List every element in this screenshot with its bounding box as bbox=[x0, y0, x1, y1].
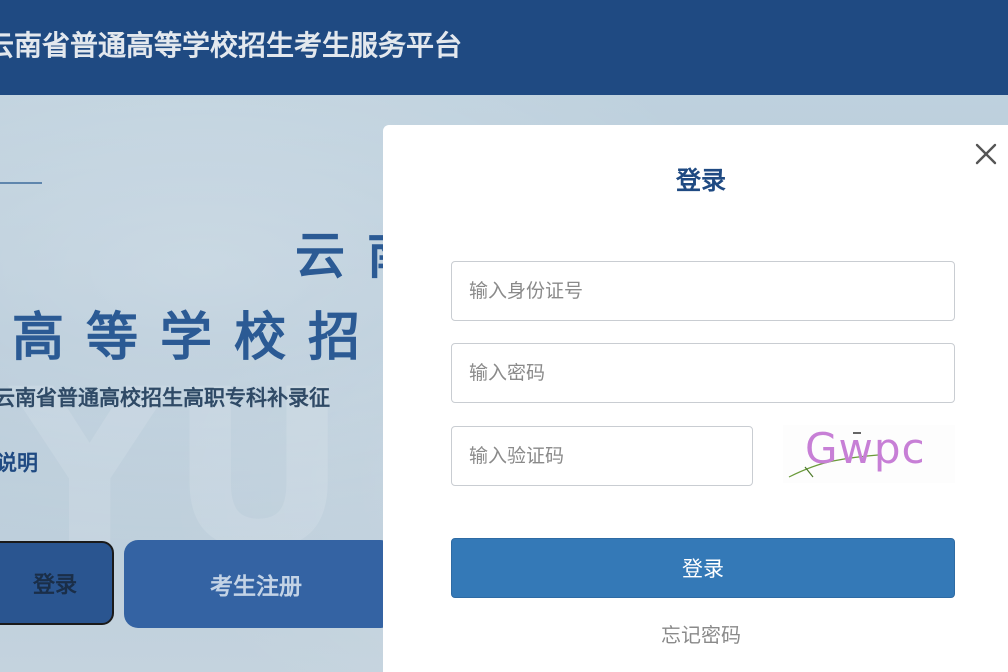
captcha-input[interactable] bbox=[451, 426, 753, 486]
page: 云南省普通高等学校招生考生服务平台 YU 云南 高等学校招 云南省普通高校招生高… bbox=[0, 0, 1008, 672]
decorative-line bbox=[0, 182, 42, 184]
site-header: 云南省普通高等学校招生考生服务平台 bbox=[0, 0, 1008, 95]
submit-login-label: 登录 bbox=[682, 557, 724, 581]
register-button[interactable]: 考生注册 bbox=[124, 540, 394, 628]
register-button-label: 考生注册 bbox=[210, 574, 302, 600]
id-number-input[interactable] bbox=[451, 261, 955, 321]
hero-title-line2: 高等学校招 bbox=[12, 308, 383, 368]
site-title: 云南省普通高等学校招生考生服务平台 bbox=[0, 29, 463, 62]
instructions-link[interactable]: 说明 bbox=[0, 449, 38, 477]
captcha-text: Gwpc bbox=[805, 425, 926, 473]
login-button[interactable]: 登录 bbox=[0, 541, 114, 625]
password-input[interactable] bbox=[451, 343, 955, 403]
close-icon[interactable] bbox=[970, 138, 1002, 170]
captcha-image[interactable]: Gwpc bbox=[783, 424, 955, 483]
submit-login-button[interactable]: 登录 bbox=[451, 538, 955, 598]
login-button-label: 登录 bbox=[32, 573, 77, 598]
hero-subtitle: 云南省普通高校招生高职专科补录征 bbox=[0, 386, 330, 410]
modal-title: 登录 bbox=[676, 166, 727, 195]
forgot-password-link[interactable]: 忘记密码 bbox=[661, 620, 741, 650]
